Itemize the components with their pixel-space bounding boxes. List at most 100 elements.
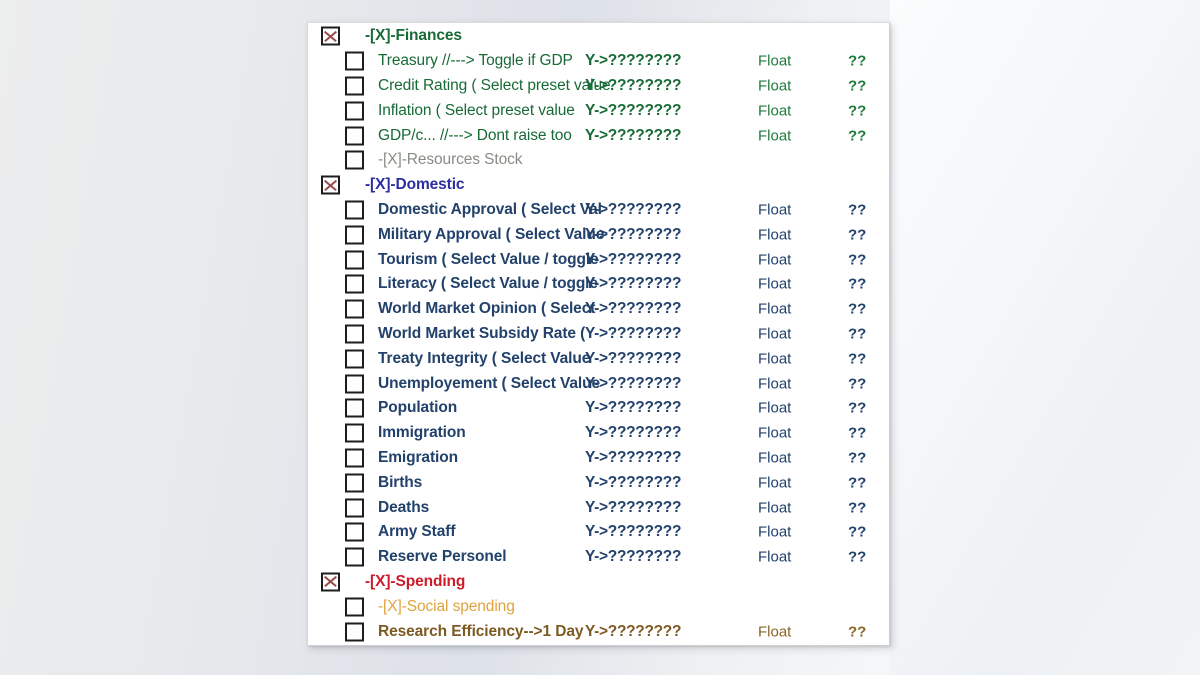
table-row[interactable]: Treasury //---> Toggle if GDP Y->????????… xyxy=(308,49,889,74)
checkbox-empty-icon[interactable] xyxy=(345,349,364,369)
row-value-treaty-integrity[interactable]: Y->???????? xyxy=(585,350,681,368)
row-checkbox-deaths[interactable] xyxy=(345,498,364,518)
table-row[interactable]: World Market Opinion ( Select Y->????????… xyxy=(308,297,889,322)
row-checkbox-population[interactable] xyxy=(345,398,364,418)
checkbox-empty-icon[interactable] xyxy=(345,299,364,319)
table-row[interactable]: Births Y->???????? Float?? xyxy=(308,470,889,495)
table-row[interactable]: Domestic Approval ( Select Val Y->???????… xyxy=(308,198,889,223)
row-value-inflation[interactable]: Y->???????? xyxy=(585,102,681,120)
row-value-army-staff[interactable]: Y->???????? xyxy=(585,523,681,541)
row-value-reserve-personel[interactable]: Y->???????? xyxy=(585,548,681,566)
checkbox-empty-icon[interactable] xyxy=(345,225,364,245)
checkbox-empty-icon[interactable] xyxy=(345,274,364,294)
row-description-population[interactable]: Population xyxy=(378,399,613,417)
checkbox-empty-icon[interactable] xyxy=(345,448,364,468)
row-value-world-market-subsidy-rate[interactable]: Y->???????? xyxy=(585,325,681,343)
table-row[interactable]: -[X]-Resources Stock xyxy=(308,148,889,173)
row-value-gdp-per-capita[interactable]: Y->???????? xyxy=(585,127,681,145)
checkbox-empty-icon[interactable] xyxy=(345,324,364,344)
row-value-tourism[interactable]: Y->???????? xyxy=(585,251,681,269)
row-checkbox-credit-rating[interactable] xyxy=(345,76,364,96)
checkbox-empty-icon[interactable] xyxy=(345,522,364,542)
row-description-world-market-subsidy-rate[interactable]: World Market Subsidy Rate ( xyxy=(378,325,613,343)
table-row[interactable]: Deaths Y->???????? Float?? xyxy=(308,495,889,520)
row-description-births[interactable]: Births xyxy=(378,474,613,492)
checkbox-empty-icon[interactable] xyxy=(345,374,364,394)
row-description-emigration[interactable]: Emigration xyxy=(378,449,613,467)
row-value-military-approval[interactable]: Y->???????? xyxy=(585,226,681,244)
cheat-entry-list[interactable]: -[X]-Finances Treasury //---> Toggle if G… xyxy=(308,23,889,644)
table-row[interactable]: Treaty Integrity ( Select Value Y->??????… xyxy=(308,346,889,371)
row-value-unemployement[interactable]: Y->???????? xyxy=(585,375,681,393)
row-description-credit-rating[interactable]: Credit Rating ( Select preset value xyxy=(378,77,613,95)
row-checkbox-finances[interactable] xyxy=(321,26,340,46)
checkbox-x-icon[interactable] xyxy=(321,26,340,46)
row-value-credit-rating[interactable]: Y->???????? xyxy=(585,77,681,95)
checkbox-empty-icon[interactable] xyxy=(345,547,364,567)
row-value-research-efficiency[interactable]: Y->???????? xyxy=(585,623,681,641)
checkbox-empty-icon[interactable] xyxy=(345,200,364,220)
row-checkbox-treasury[interactable] xyxy=(345,51,364,71)
row-description-reserve-personel[interactable]: Reserve Personel xyxy=(378,548,613,566)
row-checkbox-research-efficiency[interactable] xyxy=(345,622,364,642)
row-value-treasury[interactable]: Y->???????? xyxy=(585,52,681,70)
table-row[interactable]: -[X]-Spending xyxy=(308,570,889,595)
checkbox-empty-icon[interactable] xyxy=(345,597,364,617)
table-row[interactable]: -[X]-Domestic xyxy=(308,173,889,198)
row-checkbox-inflation[interactable] xyxy=(345,101,364,121)
row-description-treaty-integrity[interactable]: Treaty Integrity ( Select Value xyxy=(378,350,613,368)
row-value-world-market-opinion[interactable]: Y->???????? xyxy=(585,300,681,318)
checkbox-empty-icon[interactable] xyxy=(345,101,364,121)
row-description-military-approval[interactable]: Military Approval ( Select Value xyxy=(378,226,613,244)
row-checkbox-resources-stock[interactable] xyxy=(345,150,364,170)
table-row[interactable]: Credit Rating ( Select preset value Y->??… xyxy=(308,74,889,99)
checkbox-empty-icon[interactable] xyxy=(345,250,364,270)
row-checkbox-domestic-approval[interactable] xyxy=(345,200,364,220)
table-row[interactable]: -[X]-Finances xyxy=(308,24,889,49)
table-row[interactable]: World Market Subsidy Rate (Y->???????? Fl… xyxy=(308,322,889,347)
checkbox-x-icon[interactable] xyxy=(321,572,340,592)
row-checkbox-military-approval[interactable] xyxy=(345,225,364,245)
table-row[interactable]: Tourism ( Select Value / toggle Y->??????… xyxy=(308,247,889,272)
row-description-gdp-per-capita[interactable]: GDP/c... //---> Dont raise too xyxy=(378,127,613,145)
table-row[interactable]: Literacy ( Select Value / toggle Y->?????… xyxy=(308,272,889,297)
row-description-domestic[interactable]: -[X]-Domestic xyxy=(365,176,665,194)
row-checkbox-army-staff[interactable] xyxy=(345,522,364,542)
row-checkbox-immigration[interactable] xyxy=(345,423,364,443)
row-checkbox-unemployement[interactable] xyxy=(345,374,364,394)
table-row[interactable]: Reserve Personel Y->???????? Float?? xyxy=(308,545,889,570)
row-checkbox-world-market-subsidy-rate[interactable] xyxy=(345,324,364,344)
row-checkbox-treaty-integrity[interactable] xyxy=(345,349,364,369)
row-checkbox-social-spending[interactable] xyxy=(345,597,364,617)
row-description-treasury[interactable]: Treasury //---> Toggle if GDP xyxy=(378,52,613,70)
table-row[interactable]: Immigration Y->???????? Float?? xyxy=(308,421,889,446)
table-row[interactable]: Unemployement ( Select Value Y->???????? F… xyxy=(308,371,889,396)
checkbox-empty-icon[interactable] xyxy=(345,51,364,71)
table-row[interactable]: Emigration Y->???????? Float?? xyxy=(308,446,889,471)
checkbox-empty-icon[interactable] xyxy=(345,423,364,443)
row-checkbox-reserve-personel[interactable] xyxy=(345,547,364,567)
row-checkbox-spending[interactable] xyxy=(321,572,340,592)
row-checkbox-world-market-opinion[interactable] xyxy=(345,299,364,319)
table-row[interactable]: -[X]-Social spending xyxy=(308,594,889,619)
row-value-population[interactable]: Y->???????? xyxy=(585,399,681,417)
row-checkbox-emigration[interactable] xyxy=(345,448,364,468)
row-description-spending[interactable]: -[X]-Spending xyxy=(365,573,665,591)
table-row[interactable]: Research Efficiency-->1 Day Y->???????? Fl… xyxy=(308,619,889,644)
table-row[interactable]: Military Approval ( Select Value Y->?????… xyxy=(308,222,889,247)
table-row[interactable]: Population Y->???????? Float?? xyxy=(308,396,889,421)
row-checkbox-gdp-per-capita[interactable] xyxy=(345,126,364,146)
checkbox-empty-icon[interactable] xyxy=(345,126,364,146)
row-description-finances[interactable]: -[X]-Finances xyxy=(365,27,665,45)
row-description-inflation[interactable]: Inflation ( Select preset value xyxy=(378,102,613,120)
row-checkbox-literacy[interactable] xyxy=(345,274,364,294)
row-description-tourism[interactable]: Tourism ( Select Value / toggle xyxy=(378,251,613,269)
checkbox-empty-icon[interactable] xyxy=(345,473,364,493)
row-description-resources-stock[interactable]: -[X]-Resources Stock xyxy=(378,151,613,169)
checkbox-x-icon[interactable] xyxy=(321,175,340,195)
row-description-domestic-approval[interactable]: Domestic Approval ( Select Val xyxy=(378,201,613,219)
table-row[interactable]: Inflation ( Select preset value Y->??????… xyxy=(308,98,889,123)
checkbox-empty-icon[interactable] xyxy=(345,150,364,170)
row-value-emigration[interactable]: Y->???????? xyxy=(585,449,681,467)
row-checkbox-tourism[interactable] xyxy=(345,250,364,270)
